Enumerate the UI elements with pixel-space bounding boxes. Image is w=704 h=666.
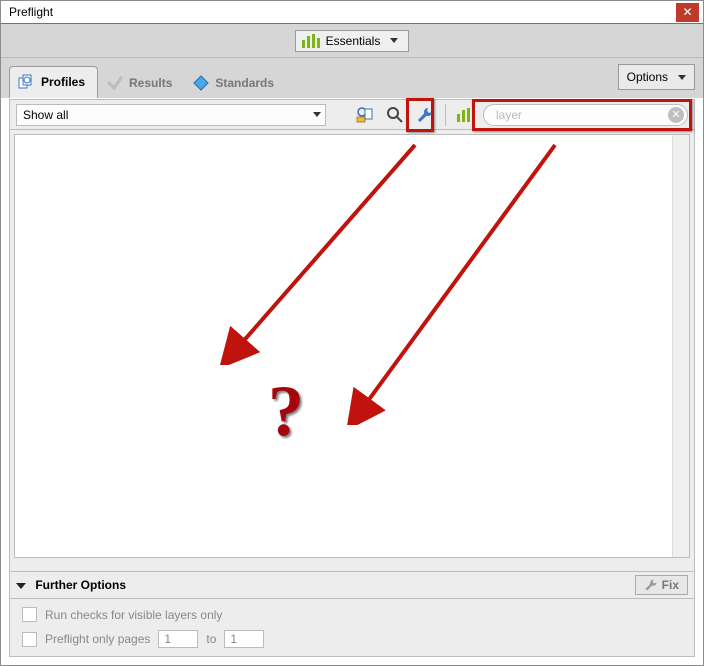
tab-profiles-label: Profiles (41, 75, 85, 89)
tabs: Profiles Results Standards (9, 66, 286, 98)
bars-icon (302, 34, 320, 48)
scrollbar[interactable] (672, 135, 689, 557)
options-label: Options (627, 70, 668, 84)
preflight-pages-row: Preflight only pages 1 to 1 (22, 630, 682, 648)
preflight-pages-checkbox[interactable] (22, 632, 37, 647)
standards-icon (192, 74, 210, 92)
further-options: Further Options Fix Run checks for visib… (10, 571, 694, 656)
workspace-label: Essentials (326, 34, 381, 48)
further-options-body: Run checks for visible layers only Prefl… (10, 599, 694, 656)
toolbar: Show all (10, 100, 694, 130)
title-bar: Preflight ✕ (1, 1, 703, 24)
page-to-input[interactable]: 1 (224, 630, 264, 648)
close-button[interactable]: ✕ (676, 3, 699, 22)
results-list (14, 134, 690, 558)
page-to-label: to (206, 632, 216, 646)
tab-results[interactable]: Results (98, 68, 184, 98)
results-icon (106, 74, 124, 92)
profiles-filter-button[interactable] (352, 102, 378, 128)
preflight-pages-label: Preflight only pages (45, 632, 150, 646)
run-checks-row: Run checks for visible layers only (22, 607, 682, 622)
annotation-question-mark: ? (268, 370, 304, 453)
profiles-filter-icon (356, 106, 374, 124)
wrench-icon (644, 578, 658, 592)
search-input[interactable] (494, 107, 668, 123)
fix-label: Fix (662, 578, 679, 592)
triangle-down-icon (16, 583, 26, 589)
options-dropdown[interactable]: Options (618, 64, 695, 90)
tabs-row: Profiles Results Standards (1, 58, 703, 98)
page-from-input[interactable]: 1 (158, 630, 198, 648)
fix-button[interactable]: Fix (635, 575, 688, 595)
window-title: Preflight (9, 5, 53, 19)
clear-search-button[interactable]: ✕ (668, 107, 684, 123)
workspace-bar: Essentials (1, 24, 703, 58)
separator (445, 104, 446, 126)
close-icon: ✕ (682, 6, 692, 18)
main-panel: Show all (9, 99, 695, 657)
run-checks-checkbox[interactable] (22, 607, 37, 622)
tab-profiles[interactable]: Profiles (9, 66, 98, 98)
show-all-dropdown[interactable]: Show all (16, 104, 326, 126)
chevron-down-icon (678, 75, 686, 80)
show-all-label: Show all (23, 108, 68, 122)
wrench-icon (416, 106, 434, 124)
chevron-down-icon (313, 112, 321, 117)
run-checks-label: Run checks for visible layers only (45, 608, 222, 622)
further-options-title: Further Options (35, 578, 126, 592)
workspace-dropdown[interactable]: Essentials (295, 30, 410, 52)
bars-icon (457, 108, 475, 122)
clear-icon: ✕ (671, 108, 680, 121)
checks-filter-button[interactable] (382, 102, 408, 128)
magnifier-icon (386, 106, 404, 124)
groups-view-button[interactable] (453, 102, 479, 128)
profiles-icon (18, 73, 36, 91)
window: Preflight ✕ Essentials Profiles (0, 0, 704, 666)
tab-standards-label: Standards (215, 76, 274, 90)
fixups-filter-button[interactable] (412, 102, 438, 128)
tab-standards[interactable]: Standards (184, 68, 286, 98)
search-box[interactable]: ✕ (483, 104, 688, 126)
tab-results-label: Results (129, 76, 172, 90)
further-options-header[interactable]: Further Options Fix (10, 571, 694, 599)
chevron-down-icon (390, 38, 398, 43)
